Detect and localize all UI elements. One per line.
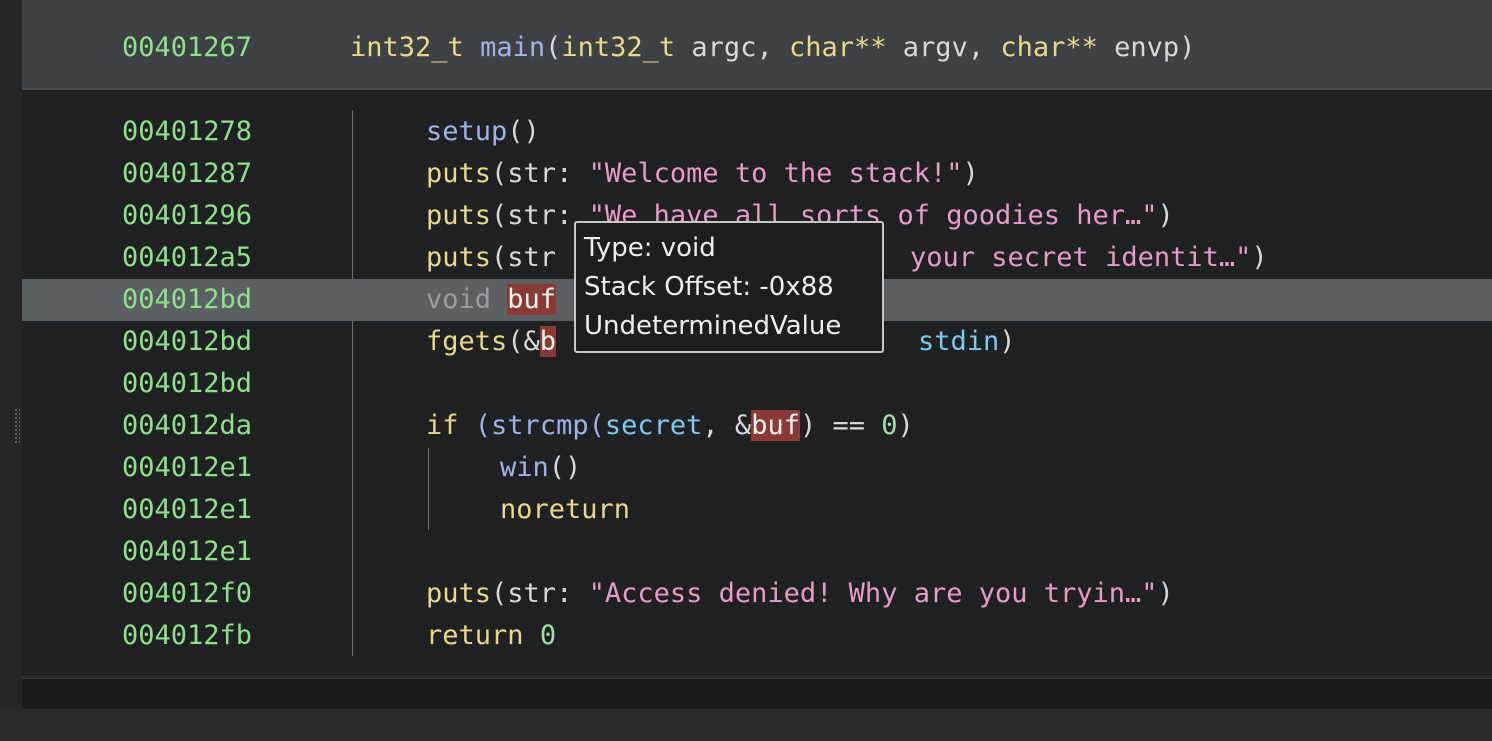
- line-address: 004012fb: [122, 620, 253, 651]
- param-name[interactable]: argc: [691, 32, 756, 63]
- keyword-noreturn: noreturn: [500, 494, 631, 525]
- tooltip-value: UndeterminedValue: [584, 311, 842, 341]
- line-address: 004012bd: [122, 326, 253, 357]
- var-type: void: [426, 284, 492, 315]
- param-label: str: [507, 158, 557, 189]
- var-stdin[interactable]: stdin: [918, 326, 999, 357]
- code-line[interactable]: 004012fb return 0: [22, 615, 1492, 657]
- tooltip-type: Type: void: [584, 233, 716, 263]
- call-win[interactable]: win: [500, 452, 549, 483]
- left-gutter: [0, 0, 23, 708]
- param-label: str: [507, 200, 557, 231]
- line-address: 004012bd: [122, 368, 253, 399]
- call-puts[interactable]: puts: [426, 200, 491, 231]
- line-address: 004012e1: [122, 452, 253, 483]
- var-secret[interactable]: secret: [605, 410, 703, 441]
- param-type: char**: [788, 32, 887, 63]
- string-literal[interactable]: your secret identit…": [910, 242, 1251, 273]
- param-label: str: [507, 578, 557, 609]
- param-type: char**: [1000, 32, 1098, 63]
- code-line[interactable]: 004012f0 puts(str: "Access denied! Why a…: [22, 573, 1492, 615]
- var-buf[interactable]: buf: [507, 284, 557, 315]
- keyword-return: return: [426, 620, 524, 651]
- function-name[interactable]: main: [480, 32, 545, 63]
- line-address: 004012f0: [122, 578, 253, 609]
- line-address: 004012da: [122, 410, 253, 441]
- param-type: int32_t: [561, 32, 676, 63]
- code-line[interactable]: 004012bd: [22, 363, 1492, 405]
- param-name[interactable]: envp: [1114, 32, 1179, 63]
- code-line[interactable]: 00401278 setup(): [22, 111, 1492, 153]
- var-buf[interactable]: buf: [751, 410, 800, 441]
- line-address: 004012e1: [122, 536, 253, 567]
- tooltip-stack-offset: Stack Offset: -0x88: [584, 272, 834, 302]
- number-literal: 0: [539, 620, 557, 651]
- code-line[interactable]: 004012da if (strcmp(secret, &buf) == 0): [22, 405, 1492, 447]
- code-line[interactable]: 004012e1 noreturn: [22, 489, 1492, 531]
- code-line[interactable]: 00401287 puts(str: "Welcome to the stack…: [22, 153, 1492, 195]
- status-strip: [22, 678, 1492, 709]
- function-signature[interactable]: 00401267 int32_t main(int32_t argc, char…: [22, 27, 1492, 69]
- call-setup[interactable]: setup: [426, 116, 507, 147]
- code-line[interactable]: 004012e1: [22, 531, 1492, 573]
- call-fgets[interactable]: fgets: [426, 326, 507, 357]
- line-address: 004012a5: [122, 242, 253, 273]
- line-address: 00401278: [122, 116, 253, 147]
- resize-handle-icon[interactable]: [14, 408, 20, 444]
- call-puts[interactable]: puts: [426, 578, 491, 609]
- string-literal[interactable]: "Welcome to the stack!": [589, 158, 963, 189]
- string-literal[interactable]: "Access denied! Why are you tryin…": [589, 578, 1158, 609]
- line-address: 00401267: [122, 32, 253, 63]
- return-type: int32_t: [350, 32, 464, 63]
- keyword-if: if: [426, 410, 459, 441]
- line-address: 00401296: [122, 200, 253, 231]
- line-address: 00401287: [122, 158, 253, 189]
- code-line[interactable]: 004012e1 win(): [22, 447, 1492, 489]
- line-address: 004012bd: [122, 284, 253, 315]
- call-puts[interactable]: puts: [426, 158, 491, 189]
- line-address: 004012e1: [122, 494, 253, 525]
- variable-tooltip: Type: void Stack Offset: -0x88 Undetermi…: [574, 221, 884, 353]
- call-puts[interactable]: puts: [426, 242, 491, 273]
- param-name[interactable]: argv: [903, 32, 968, 63]
- param-label: str: [507, 242, 557, 273]
- call-strcmp[interactable]: strcmp: [491, 410, 589, 441]
- number-literal: 0: [881, 410, 898, 441]
